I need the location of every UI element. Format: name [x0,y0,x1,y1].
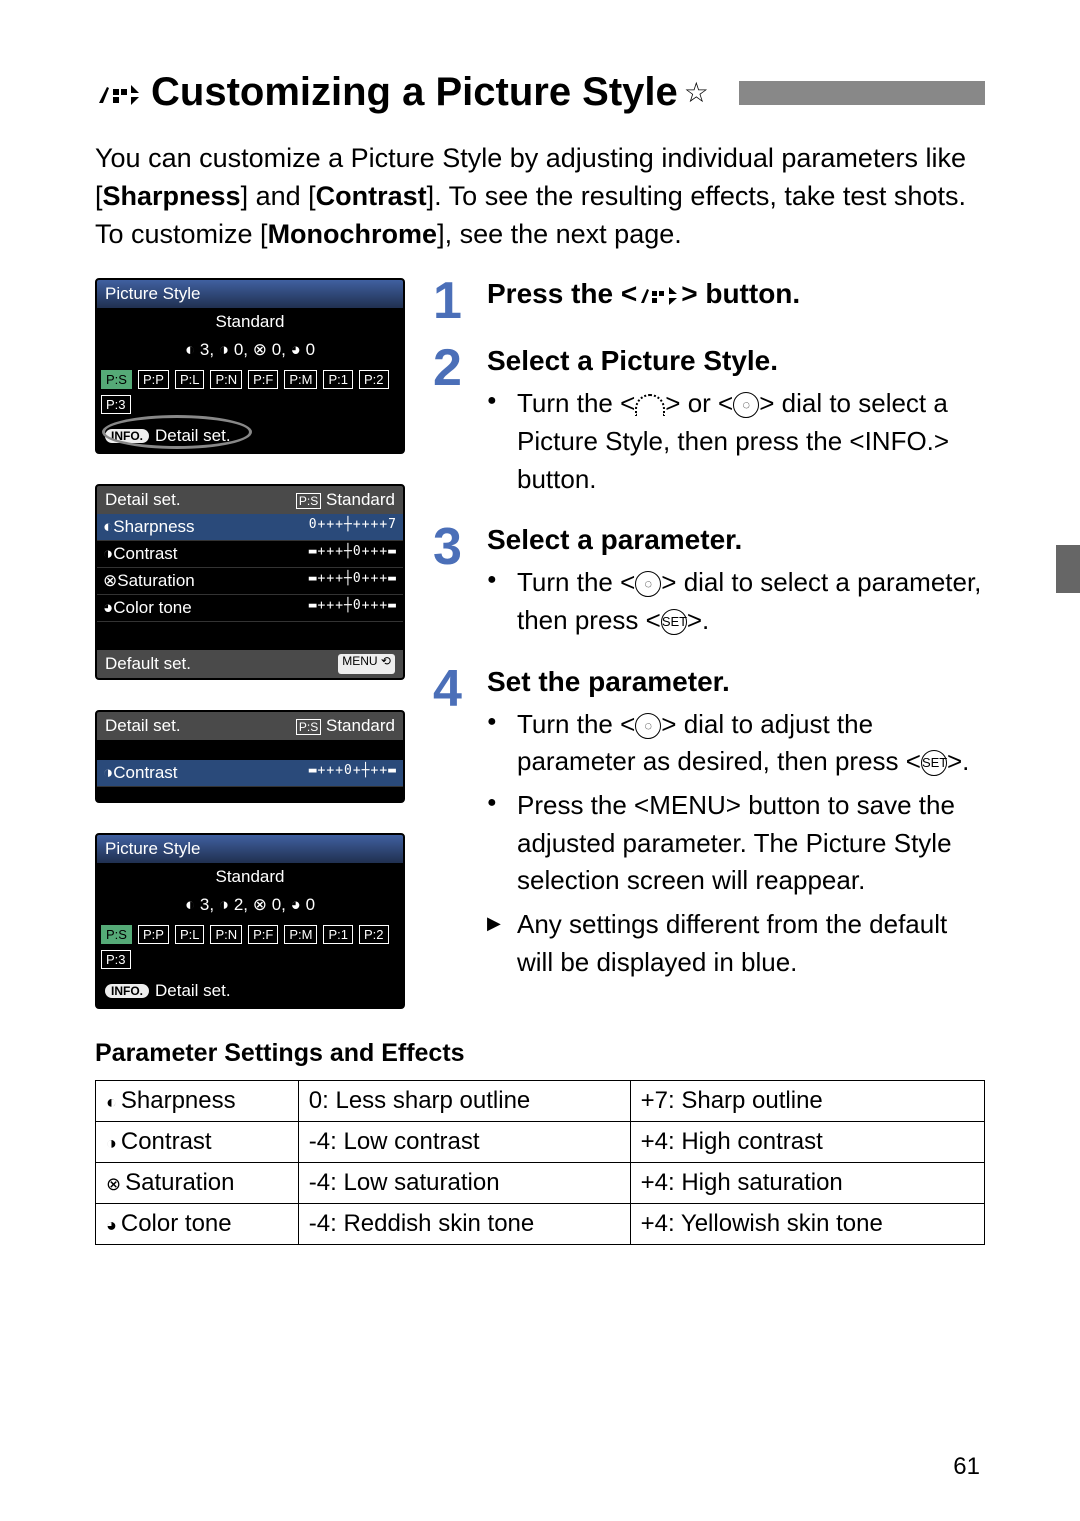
step-title: Press the <> button. [487,278,985,310]
style-chip: P:F [248,925,278,944]
step-list-item: Turn the <> or <◌> dial to select a Pict… [487,385,985,498]
lcd1-footer: INFO. Detail set. [97,420,403,452]
step-title: Select a parameter. [487,524,985,556]
lcd2-param-rows: ◐Sharpness0+++┼++++7◑Contrast▬+++┼0+++▬⊗… [97,514,403,622]
lcd3-contrast-row: ◑Contrast ▬+++0+┼++▬ [97,760,403,787]
quick-dial-icon: ◌ [733,392,759,418]
style-chip: P:2 [359,925,389,944]
step-list-item: Any settings different from the default … [487,906,985,981]
lcd3-header: Detail set. P:S Standard [97,712,403,740]
lcd1-chip-row: P:S P:P P:L P:N P:F P:M P:1 P:2 P:3 [97,364,403,420]
picture-style-button-icon [639,283,679,309]
star-icon: ☆ [684,76,709,109]
lcd2-param-row: ⊗Saturation▬+++┼0+++▬ [97,568,403,595]
quick-dial-icon: ◌ [635,571,661,597]
lcd4-title: Picture Style [97,835,403,863]
step: 4 Set the parameter. Turn the <◌> dial to … [433,666,985,988]
style-chip: P:1 [323,925,353,944]
info-pill-4: INFO. [105,984,149,998]
table-row: ◐Sharpness0: Less sharp outline+7: Sharp… [96,1081,985,1122]
step: 2 Select a Picture Style. Turn the <> or <… [433,345,985,504]
style-chip: P:1 [323,370,353,389]
lcd-screenshot-1: Picture Style Standard ◐ 3, ◑ 0, ⊗ 0, ◕ … [95,278,405,454]
param-icon: ◑ [106,1133,117,1153]
set-button-icon: SET [921,750,947,776]
table-title: Parameter Settings and Effects [95,1039,985,1068]
page-number: 61 [953,1453,980,1481]
page-title-row: Customizing a Picture Style ☆ [95,70,985,115]
lcd1-subtitle: Standard [97,308,403,336]
style-chip: P:M [284,925,317,944]
step: 1 Press the <> button. [433,278,985,325]
step-list: Turn the <> or <◌> dial to select a Pict… [487,385,985,498]
title-decoration-bar [739,81,985,105]
style-chip: P:L [175,370,205,389]
style-chip: P:N [210,370,242,389]
style-chip: P:L [175,925,205,944]
lcd2-param-row: ◕Color tone▬+++┼0+++▬ [97,595,403,622]
quick-dial-icon: ◌ [635,713,661,739]
style-chip: P:3 [101,950,131,969]
lcd-screenshot-4: Picture Style Standard ◐ 3, ◑ 2, ⊗ 0, ◕ … [95,833,405,1009]
table-row: ◕Color tone-4: Reddish skin tone+4: Yell… [96,1204,985,1245]
style-chip: P:F [248,370,278,389]
step-number: 3 [433,524,473,645]
step-list-item: Turn the <◌> dial to select a parameter,… [487,564,985,639]
lcd-screenshot-3: Detail set. P:S Standard ◑Contrast ▬+++0… [95,710,405,803]
instruction-column: 1 Press the <> button. 2 Select a Picture S… [433,278,985,1019]
lcd1-footer-text: Detail set. [155,426,231,446]
style-chip: P:3 [101,395,131,414]
style-chip: P:N [210,925,242,944]
table-row: ◑Contrast-4: Low contrast+4: High contra… [96,1122,985,1163]
parameter-table: ◐Sharpness0: Less sharp outline+7: Sharp… [95,1080,985,1245]
param-icon: ◐ [106,1092,117,1112]
lcd1-readout: ◐ 3, ◑ 0, ⊗ 0, ◕ 0 [97,336,403,364]
style-chip: P:S [101,370,132,389]
lcd2-param-row: ◐Sharpness0+++┼++++7 [97,514,403,541]
style-chip: P:M [284,370,317,389]
step-list: Turn the <◌> dial to adjust the paramete… [487,706,985,982]
style-chip: P:2 [359,370,389,389]
param-icon: ◕ [106,1215,117,1235]
lcd4-readout: ◐ 3, ◑ 2, ⊗ 0, ◕ 0 [97,891,403,919]
lcd2-param-row: ◑Contrast▬+++┼0+++▬ [97,541,403,568]
step-number: 2 [433,345,473,504]
page-title: Customizing a Picture Style [151,70,678,115]
lcd1-title: Picture Style [97,280,403,308]
lcd4-footer: INFO. Detail set. [97,975,403,1007]
picture-style-icon [95,75,141,111]
style-chip: P:P [138,925,169,944]
table-row: ⊗Saturation-4: Low saturation+4: High sa… [96,1163,985,1204]
step-title: Select a Picture Style. [487,345,985,377]
step-list: Turn the <◌> dial to select a parameter,… [487,564,985,639]
menu-chip: MENU ⟲ [338,654,395,674]
step-list-item: Turn the <◌> dial to adjust the paramete… [487,706,985,781]
style-chip: P:S [101,925,132,944]
lcd-screenshot-2: Detail set. P:S P:S StandardStandard ◐Sh… [95,484,405,680]
step: 3 Select a parameter. Turn the <◌> dial to… [433,524,985,645]
lcd4-footer-text: Detail set. [155,981,231,1001]
main-dial-icon [635,394,665,416]
lcd4-chip-row: P:S P:P P:L P:N P:F P:M P:1 P:2 P:3 [97,919,403,975]
lcd2-default-row: Default set. MENU ⟲ [97,650,403,678]
set-button-icon: SET [661,609,687,635]
step-list-item: Press the <MENU> button to save the adju… [487,787,985,900]
param-icon: ⊗ [106,1174,121,1194]
lcd4-subtitle: Standard [97,863,403,891]
lcd2-header: Detail set. P:S P:S StandardStandard [97,486,403,514]
page-tab-marker [1056,545,1080,593]
intro-paragraph: You can customize a Picture Style by adj… [95,140,985,253]
step-number: 4 [433,666,473,988]
step-number: 1 [433,278,473,325]
step-title: Set the parameter. [487,666,985,698]
style-chip: P:P [138,370,169,389]
info-pill: INFO. [105,429,149,443]
